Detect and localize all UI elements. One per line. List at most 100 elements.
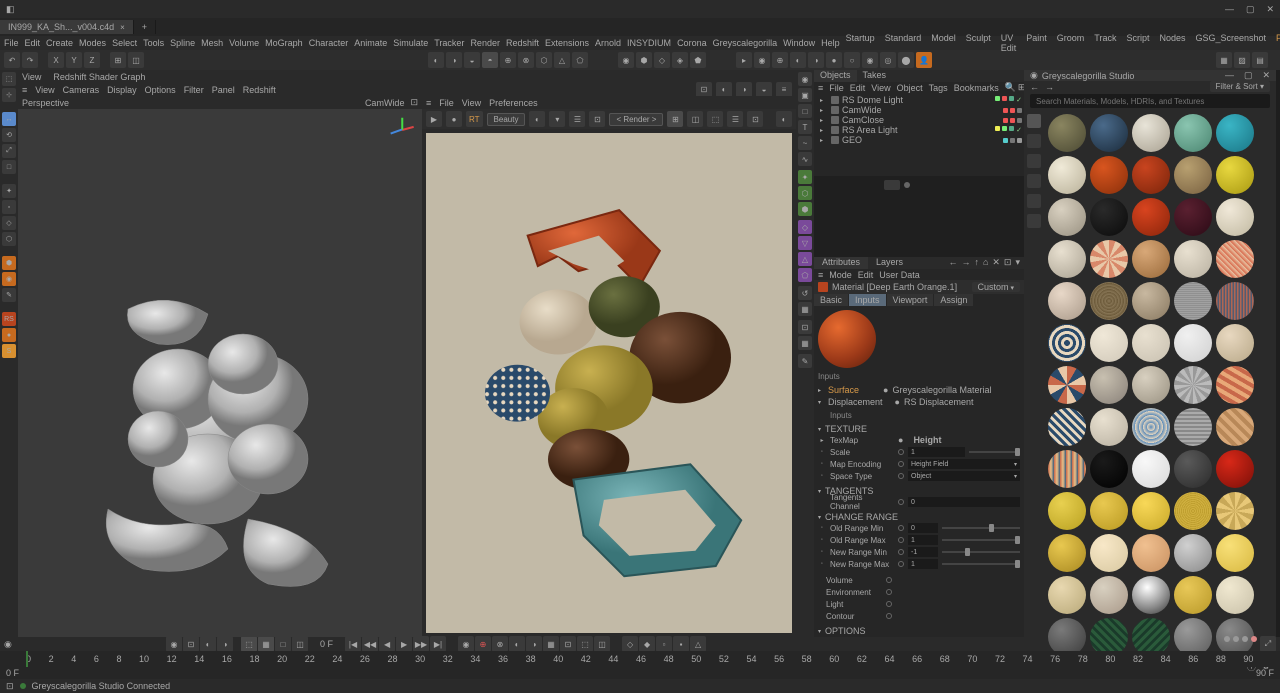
render-button[interactable]: ●	[826, 52, 842, 68]
render-menu-item[interactable]: Preferences	[489, 98, 538, 108]
tool-button[interactable]: ⬢	[2, 256, 16, 270]
toolbar-button[interactable]: ⊕	[500, 52, 516, 68]
menu-item[interactable]: Spline	[170, 38, 195, 48]
material-thumbnail[interactable]	[1132, 576, 1170, 614]
expand-icon[interactable]: ▸	[818, 387, 824, 394]
tool-button[interactable]: ▦	[798, 336, 812, 350]
object-tool[interactable]: □	[798, 104, 812, 118]
tl-button[interactable]: ⊡	[560, 636, 576, 652]
close-icon[interactable]: ✕	[1262, 70, 1270, 81]
visibility-dot[interactable]	[1003, 118, 1008, 123]
gsg-side-button[interactable]	[1027, 174, 1041, 188]
nav-back-icon[interactable]: ←	[1030, 82, 1039, 92]
viewport-perspective[interactable]: Perspective CamWide ⊡	[18, 96, 422, 637]
layout-item[interactable]: Model	[931, 33, 956, 53]
axis-x-button[interactable]: X	[48, 52, 64, 68]
expand-icon[interactable]: ▾	[818, 399, 824, 406]
tl-button[interactable]: ▦	[258, 636, 274, 652]
tl-button[interactable]: ▦	[543, 636, 559, 652]
home-icon[interactable]: ⌂	[983, 257, 988, 269]
material-thumbnail[interactable]	[1132, 198, 1170, 236]
material-thumbnail[interactable]	[1048, 324, 1086, 362]
toolbar-button[interactable]: ⊞	[110, 52, 126, 68]
key-button[interactable]: ▪	[673, 636, 689, 652]
menu-item[interactable]: Character	[309, 38, 349, 48]
mograph-tool[interactable]: ✦	[798, 170, 812, 184]
material-thumbnail[interactable]	[1132, 534, 1170, 572]
subtab-inputs[interactable]: Inputs	[849, 294, 886, 306]
tl-button[interactable]: ◑	[217, 636, 233, 652]
layout-item[interactable]: Startup	[846, 33, 875, 53]
close-tab-icon[interactable]: ×	[120, 23, 125, 32]
change-header[interactable]: CHANGE RANGE	[825, 512, 898, 522]
material-thumbnail[interactable]	[1048, 408, 1086, 446]
menu-item[interactable]: Edit	[25, 38, 41, 48]
texture-header[interactable]: TEXTURE	[825, 424, 867, 434]
material-thumbnail[interactable]	[1132, 324, 1170, 362]
render-button[interactable]: ◉	[754, 52, 770, 68]
layout-item[interactable]: UV Edit	[1001, 33, 1017, 53]
render-button[interactable]: ◉	[862, 52, 878, 68]
attr-menu-item[interactable]: Mode	[829, 270, 852, 280]
nav-fwd-icon[interactable]: →	[961, 257, 970, 269]
material-thumbnail[interactable]	[1174, 492, 1212, 530]
tool-button[interactable]: ▦	[798, 302, 812, 316]
material-thumbnail[interactable]	[1174, 534, 1212, 572]
material-thumbnail[interactable]	[1132, 450, 1170, 488]
menu-item[interactable]: Greyscalegorilla	[713, 38, 778, 48]
visibility-dot[interactable]	[1009, 126, 1014, 131]
tl-button[interactable]: ◫	[594, 636, 610, 652]
tl-button[interactable]: ◉	[458, 636, 474, 652]
subtab-viewport[interactable]: Viewport	[887, 294, 934, 306]
material-thumbnail[interactable]	[1048, 156, 1086, 194]
nav-back-icon[interactable]: ←	[948, 257, 957, 269]
material-thumbnail[interactable]	[1048, 492, 1086, 530]
menu-item[interactable]: Corona	[677, 38, 707, 48]
render-icon[interactable]: ☰	[569, 111, 585, 127]
tool-button[interactable]: ⊡	[798, 320, 812, 334]
material-thumbnail[interactable]	[1174, 450, 1212, 488]
move-tool[interactable]: ↔	[2, 112, 16, 126]
viewport-menu-item[interactable]: View	[35, 85, 54, 95]
object-tree[interactable]: ▸RS Dome Light✓▸CamWide▸CamClose▸RS Area…	[814, 93, 1024, 176]
material-thumbnail[interactable]	[1174, 576, 1212, 614]
material-thumbnail[interactable]	[1090, 198, 1128, 236]
render-button[interactable]: ⊕	[772, 52, 788, 68]
material-thumbnail[interactable]	[1048, 114, 1086, 152]
check-icon[interactable]: ✓	[1016, 126, 1022, 134]
material-thumbnail[interactable]	[1090, 324, 1128, 362]
scale-tool[interactable]: ⤢	[2, 144, 16, 158]
material-thumbnail[interactable]	[1048, 576, 1086, 614]
layout-button[interactable]: ▦	[1216, 52, 1232, 68]
gsg-side-button[interactable]	[1027, 194, 1041, 208]
visibility-dot[interactable]	[1002, 126, 1007, 131]
render-icon[interactable]: ⊡	[747, 111, 763, 127]
render-aov-select[interactable]: < Render >	[609, 113, 663, 126]
next-key-button[interactable]: ▶▶	[413, 636, 429, 652]
tl-button[interactable]: ⊡	[183, 636, 199, 652]
render-icon[interactable]: ◫	[687, 111, 703, 127]
tl-button[interactable]: ◫	[292, 636, 308, 652]
tab-takes[interactable]: Takes	[857, 70, 893, 82]
deformer-tool[interactable]: ⬠	[798, 268, 812, 282]
close-icon[interactable]: ✕	[992, 257, 1000, 269]
tl-button[interactable]: □	[275, 636, 291, 652]
material-thumbnail[interactable]	[1216, 450, 1254, 488]
max-icon[interactable]: ▢	[1246, 4, 1255, 15]
material-thumbnail[interactable]	[1090, 492, 1128, 530]
options-header[interactable]: OPTIONS	[825, 626, 866, 636]
nav-fwd-icon[interactable]: →	[1045, 82, 1054, 92]
key-button[interactable]: ◇	[622, 636, 638, 652]
object-item[interactable]: ▸RS Area Light✓	[816, 125, 1022, 135]
material-thumbnail[interactable]	[1174, 282, 1212, 320]
search-input[interactable]	[1030, 94, 1270, 108]
toolbar-button[interactable]: ⬡	[536, 52, 552, 68]
menu-item[interactable]: Create	[46, 38, 73, 48]
filter-sort-button[interactable]: Filter & Sort ▾	[1210, 81, 1270, 92]
menu-item[interactable]: Volume	[229, 38, 259, 48]
toolbar-button[interactable]: ◓	[482, 52, 498, 68]
tool-button[interactable]: ●	[2, 328, 16, 342]
render-icon[interactable]: ⊡	[589, 111, 605, 127]
visibility-dot[interactable]	[1010, 118, 1015, 123]
material-thumbnail[interactable]	[1132, 492, 1170, 530]
